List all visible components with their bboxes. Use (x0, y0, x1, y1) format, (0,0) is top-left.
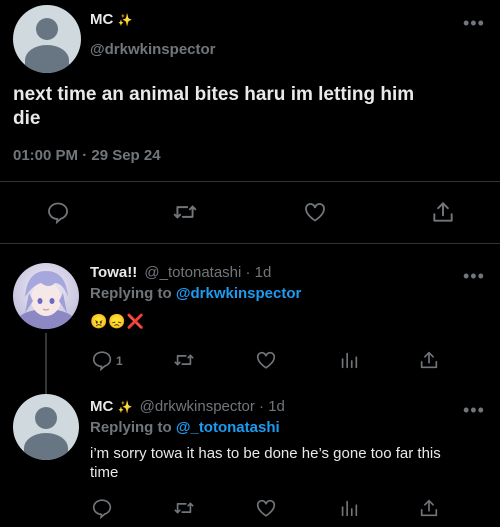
more-options-icon[interactable]: ••• (463, 267, 485, 285)
avatar-body-shape (24, 433, 68, 460)
thread-line (45, 333, 47, 394)
avatar[interactable] (13, 394, 79, 460)
retweet-icon[interactable] (173, 497, 195, 519)
reply-text: i’m sorry towa it has to be done he’s go… (90, 444, 490, 482)
handle-and-time[interactable]: @drkwkinspector · 1d (140, 398, 285, 415)
author-name[interactable]: MC ✨ (90, 11, 132, 28)
retweet-icon[interactable] (173, 349, 195, 371)
reply-icon[interactable] (91, 349, 113, 371)
replying-to: Replying to @drkwkinspector (90, 285, 301, 302)
share-icon[interactable] (418, 349, 440, 371)
avatar-head-shape (35, 407, 57, 429)
reply-count: 1 (116, 354, 123, 368)
share-icon[interactable] (418, 497, 440, 519)
reply-icon[interactable] (46, 200, 70, 224)
handle-and-time[interactable]: @_totonatashi · 1d (144, 264, 271, 281)
divider (0, 181, 500, 182)
more-options-icon[interactable]: ••• (463, 401, 485, 419)
divider (0, 243, 500, 244)
anime-avatar-image (13, 263, 79, 329)
avatar-head-shape (36, 18, 58, 40)
display-name[interactable]: Towa!! (90, 264, 137, 281)
reply-text-line: time (90, 464, 119, 481)
reply-text-line: i’m sorry towa it has to be done he’s go… (90, 445, 441, 462)
replying-to-link[interactable]: @drkwkinspector (176, 285, 302, 302)
replying-to: Replying to @_totonatashi (90, 419, 280, 436)
more-options-icon[interactable]: ••• (463, 14, 485, 32)
display-name: MC (90, 11, 114, 28)
analytics-icon[interactable] (338, 497, 360, 519)
share-icon[interactable] (430, 199, 456, 225)
avatar[interactable] (13, 263, 79, 329)
handle[interactable]: @drkwkinspector (90, 41, 216, 58)
like-icon[interactable] (255, 497, 277, 519)
replying-to-prefix: Replying to (90, 419, 172, 436)
reply-icon[interactable] (91, 497, 113, 519)
tweet-text: next time an animal bites haru im lettin… (13, 83, 493, 131)
display-name[interactable]: MC (90, 398, 113, 415)
replying-to-link[interactable]: @_totonatashi (176, 419, 280, 436)
replying-to-prefix: Replying to (90, 285, 172, 302)
like-icon[interactable] (255, 349, 277, 371)
avatar[interactable] (13, 5, 81, 73)
reply-text: 😠😞❌ (90, 313, 146, 329)
reply-header: Towa!! @_totonatashi · 1d (90, 264, 271, 281)
avatar-body-shape (25, 45, 69, 73)
tweet-text-line: next time an animal bites haru im lettin… (13, 84, 415, 105)
sparkles-emoji: ✨ (117, 400, 133, 414)
retweet-icon[interactable] (172, 199, 198, 225)
sparkles-emoji: ✨ (117, 13, 133, 27)
like-icon[interactable] (302, 200, 328, 224)
reply-header: MC ✨ @drkwkinspector · 1d (90, 398, 285, 415)
timestamp[interactable]: 01:00 PM · 29 Sep 24 (13, 147, 161, 164)
tweet-text-line: die (13, 108, 41, 129)
analytics-icon[interactable] (338, 349, 360, 371)
